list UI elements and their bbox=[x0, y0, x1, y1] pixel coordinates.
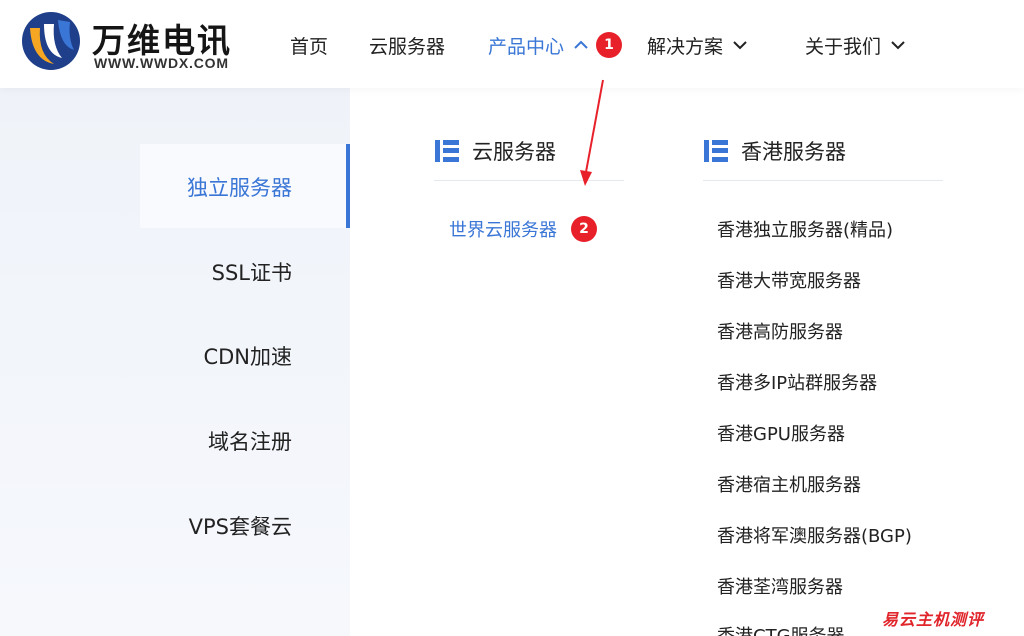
nav-products[interactable]: 产品中心 1 bbox=[488, 30, 623, 60]
category-dedicated-server[interactable]: 独立服务器 bbox=[187, 172, 292, 202]
product-hk-gpu[interactable]: 香港GPU服务器 bbox=[717, 419, 845, 447]
chevron-down-icon bbox=[733, 41, 747, 50]
category-vps[interactable]: VPS套餐云 bbox=[189, 511, 292, 541]
chevron-up-icon bbox=[574, 40, 588, 49]
brand-url: WWW.WWDX.COM bbox=[94, 55, 229, 71]
nav-home[interactable]: 首页 bbox=[290, 30, 328, 60]
product-hk-ddos[interactable]: 香港高防服务器 bbox=[717, 317, 843, 345]
product-hk-ctg[interactable]: 香港CTG服务器 bbox=[717, 621, 845, 636]
nav-cloud-server-label: 云服务器 bbox=[369, 35, 446, 58]
site-logo[interactable]: 万维电讯 WWW.WWDX.COM bbox=[20, 10, 250, 74]
logo-mark-icon bbox=[22, 12, 80, 70]
products-dropdown: 独立服务器 SSL证书 CDN加速 域名注册 VPS套餐云 云服务器 世界云服务… bbox=[0, 88, 1024, 636]
category-ssl[interactable]: SSL证书 bbox=[212, 257, 292, 287]
nav-about[interactable]: 关于我们 bbox=[805, 30, 907, 60]
watermark: 易云主机测评 bbox=[882, 610, 985, 629]
group-cloud-server-title: 云服务器 bbox=[434, 133, 556, 169]
product-hk-bandwidth[interactable]: 香港大带宽服务器 bbox=[717, 266, 861, 294]
nav-about-label: 关于我们 bbox=[805, 35, 882, 58]
nav-cloud-server[interactable]: 云服务器 bbox=[369, 30, 445, 60]
group-divider bbox=[434, 180, 624, 181]
product-hk-multi-ip[interactable]: 香港多IP站群服务器 bbox=[717, 368, 877, 396]
nav-home-label: 首页 bbox=[290, 35, 329, 58]
product-hk-host[interactable]: 香港宿主机服务器 bbox=[717, 470, 861, 498]
product-hk-dedicated[interactable]: 香港独立服务器(精品) bbox=[717, 215, 893, 243]
nav-products-label: 产品中心 bbox=[488, 35, 565, 58]
chevron-down-icon bbox=[891, 41, 905, 50]
group-hk-server-label: 香港服务器 bbox=[741, 140, 846, 164]
site-header: 万维电讯 WWW.WWDX.COM 首页 云服务器 产品中心 1 解决方案 关于… bbox=[0, 0, 1024, 88]
category-domain[interactable]: 域名注册 bbox=[208, 426, 292, 456]
product-world-cloud-server-label: 世界云服务器 bbox=[449, 220, 557, 241]
step-badge-1: 1 bbox=[596, 32, 623, 58]
step-badge-2: 2 bbox=[571, 216, 597, 242]
group-divider bbox=[703, 180, 943, 181]
group-hk-server-title: 香港服务器 bbox=[703, 133, 846, 169]
category-cdn[interactable]: CDN加速 bbox=[203, 341, 292, 371]
category-sidebar: 独立服务器 SSL证书 CDN加速 域名注册 VPS套餐云 bbox=[0, 88, 350, 636]
server-list-icon bbox=[435, 140, 459, 162]
category-active-indicator bbox=[346, 144, 350, 228]
group-cloud-server-label: 云服务器 bbox=[472, 140, 556, 164]
product-hk-tko-bgp[interactable]: 香港将军澳服务器(BGP) bbox=[717, 521, 912, 549]
nav-solutions-label: 解决方案 bbox=[647, 35, 724, 58]
server-list-icon bbox=[704, 140, 728, 162]
product-world-cloud-server[interactable]: 世界云服务器 2 bbox=[449, 215, 597, 243]
nav-solutions[interactable]: 解决方案 bbox=[647, 30, 749, 60]
product-hk-tsuen-wan[interactable]: 香港荃湾服务器 bbox=[717, 572, 843, 600]
